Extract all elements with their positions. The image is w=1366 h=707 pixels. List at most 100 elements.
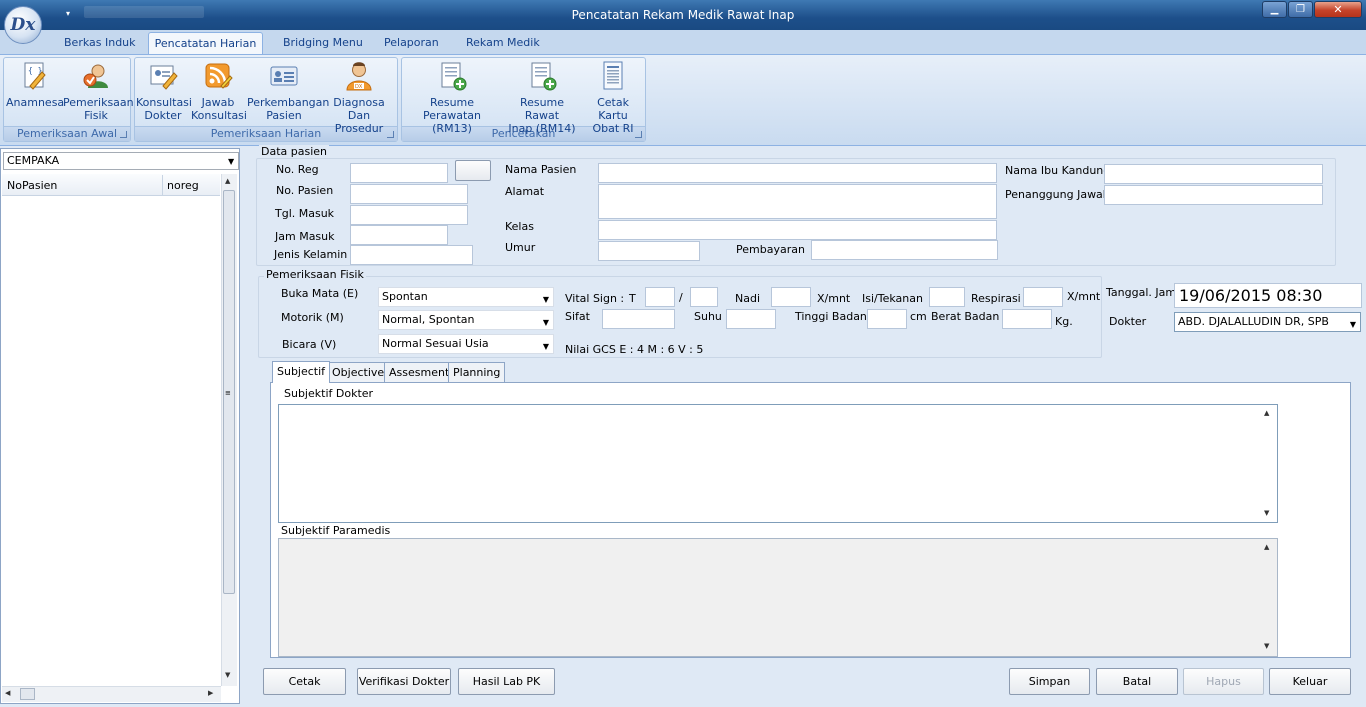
button-label: Pasien (266, 109, 302, 122)
scroll-up-icon[interactable]: ▲ (225, 177, 230, 185)
patient-card-icon (270, 66, 298, 86)
scroll-up-icon[interactable]: ▲ (1264, 409, 1269, 417)
resume-rawat-inap-button[interactable]: Resume Rawat Inap (RM14) (503, 60, 581, 135)
lookup-button[interactable] (455, 160, 491, 181)
resume-perawatan-button[interactable]: Resume Perawatan (RM13) (403, 60, 501, 135)
buka-mata-select[interactable]: Spontan ▼ (378, 287, 554, 307)
window-title: Pencatatan Rekam Medik Rawat Inap (571, 8, 795, 22)
berat-badan-field[interactable] (1002, 309, 1052, 329)
tab-pencatatan-harian[interactable]: Pencatatan Harian (148, 32, 263, 56)
scroll-down-icon[interactable]: ▼ (1264, 509, 1269, 517)
tab-subjectif[interactable]: Subjectif (272, 361, 331, 383)
jenis-kelamin-label: Jenis Kelamin (274, 248, 348, 261)
bicara-select[interactable]: Normal Sesuai Usia ▼ (378, 334, 554, 354)
jam-masuk-label: Jam Masuk (275, 230, 335, 243)
document-add-icon (441, 62, 467, 91)
data-pasien-title: Data pasien (259, 145, 330, 158)
tab-bridging-menu[interactable]: Bridging Menu (283, 34, 363, 52)
hapus-button[interactable]: Hapus (1183, 668, 1264, 695)
isi-tekanan-field[interactable] (929, 287, 965, 307)
konsultasi-dokter-button[interactable]: Konsultasi Dokter (136, 60, 192, 122)
ward-select[interactable]: CEMPAKA (3, 152, 239, 170)
chevron-down-icon[interactable]: ▼ (228, 157, 234, 166)
perkembangan-pasien-button[interactable]: Perkembangan Pasien (247, 60, 330, 122)
jawab-konsultasi-button[interactable]: Jawab Konsultasi (191, 60, 247, 122)
tinggi-badan-label: Tinggi Badan (795, 310, 867, 323)
button-label: Inap (RM14) (508, 122, 576, 135)
kelas-field[interactable] (598, 220, 997, 240)
motorik-select[interactable]: Normal, Spontan ▼ (378, 310, 554, 330)
svg-text:DX: DX (355, 84, 363, 90)
subjektif-dokter-textarea[interactable] (278, 404, 1278, 523)
scroll-right-icon[interactable]: ▶ (208, 689, 213, 697)
scroll-up-icon[interactable]: ▲ (1264, 543, 1269, 551)
anamnesa-button[interactable]: { } Anamnesa (6, 60, 65, 109)
tab-planning[interactable]: Planning (448, 362, 506, 383)
jenis-kelamin-field[interactable] (350, 245, 473, 265)
sifat-label: Sifat (565, 310, 590, 323)
cetak-button[interactable]: Cetak (263, 668, 346, 695)
batal-button[interactable]: Batal (1096, 668, 1178, 695)
keluar-button[interactable]: Keluar (1269, 668, 1351, 695)
dokter-select[interactable]: ABD. DJALALLUDIN DR, SPB ▼ (1174, 312, 1361, 332)
tanggal-jam-field[interactable]: 19/06/2015 08:30 (1174, 283, 1362, 308)
pemeriksaan-fisik-button[interactable]: Pemeriksaan Fisik (63, 60, 134, 122)
suhu-field[interactable] (726, 309, 776, 329)
tgl-masuk-field[interactable] (350, 205, 468, 225)
berat-badan-unit: Kg. (1055, 315, 1073, 328)
nama-ibu-field[interactable] (1104, 164, 1323, 184)
button-label: Resume Perawatan (422, 96, 482, 122)
pembayaran-field[interactable] (811, 240, 998, 260)
tensi-diastole-field[interactable] (690, 287, 718, 307)
diagnosa-prosedur-button[interactable]: DX Diagnosa Dan Prosedur (323, 60, 395, 135)
dialog-launcher-icon[interactable] (120, 131, 127, 138)
button-label: Obat RI (592, 122, 634, 135)
no-reg-field[interactable] (350, 163, 448, 183)
rss-icon (205, 63, 233, 89)
subjektif-paramedis-textarea[interactable] (278, 538, 1278, 657)
berat-badan-label: Berat Badan (931, 310, 1000, 323)
app-menu-button[interactable]: Dx (4, 6, 42, 44)
nadi-unit: X/mnt (817, 292, 851, 305)
scroll-down-icon[interactable]: ▼ (1264, 642, 1269, 650)
nadi-field[interactable] (771, 287, 811, 307)
button-label: Dokter (144, 109, 182, 122)
umur-label: Umur (505, 241, 536, 254)
no-reg-label: No. Reg (276, 163, 319, 176)
tab-assesment[interactable]: Assesment (384, 362, 455, 383)
minimize-button[interactable]: ▁ (1262, 1, 1287, 18)
cetak-kartu-obat-button[interactable]: Cetak Kartu Obat RI (582, 60, 644, 135)
scroll-left-icon[interactable]: ◀ (5, 689, 10, 697)
button-label: Konsultasi (191, 109, 247, 122)
tab-berkas-induk[interactable]: Berkas Induk (64, 34, 136, 52)
hasil-lab-pk-button[interactable]: Hasil Lab PK (458, 668, 555, 695)
maximize-button[interactable]: ❐ (1288, 1, 1313, 18)
simpan-button[interactable]: Simpan (1009, 668, 1090, 695)
alamat-field[interactable] (598, 184, 997, 219)
tensi-sistole-field[interactable] (645, 287, 675, 307)
maximize-icon: ❐ (1296, 4, 1305, 15)
button-label: Anamnesa (6, 96, 65, 109)
tab-rekam-medik[interactable]: Rekam Medik (466, 34, 540, 52)
scroll-thumb[interactable] (20, 688, 35, 700)
penanggung-jawab-field[interactable] (1104, 185, 1323, 205)
column-header-nopasien[interactable]: NoPasien (7, 179, 57, 192)
button-label: Pemeriksaan (63, 96, 134, 109)
button-label: Perkembangan (247, 96, 330, 109)
grip-icon: ≡ (225, 389, 231, 397)
no-pasien-field[interactable] (350, 184, 468, 204)
jam-masuk-field[interactable] (350, 225, 448, 245)
scroll-down-icon[interactable]: ▼ (225, 671, 230, 679)
umur-field[interactable] (598, 241, 700, 261)
tinggi-badan-field[interactable] (867, 309, 907, 329)
column-header-noreg[interactable]: noreg (167, 179, 199, 192)
respirasi-field[interactable] (1023, 287, 1063, 307)
tab-objective[interactable]: Objective (327, 362, 390, 383)
doctor-icon: DX (346, 62, 372, 91)
sifat-field[interactable] (602, 309, 675, 329)
nilai-gcs: Nilai GCS E : 4 M : 6 V : 5 (565, 343, 704, 356)
nama-pasien-field[interactable] (598, 163, 997, 183)
tab-pelaporan[interactable]: Pelaporan (384, 34, 439, 52)
close-button[interactable]: ✕ (1314, 1, 1362, 18)
verifikasi-dokter-button[interactable]: Verifikasi Dokter (357, 668, 451, 695)
